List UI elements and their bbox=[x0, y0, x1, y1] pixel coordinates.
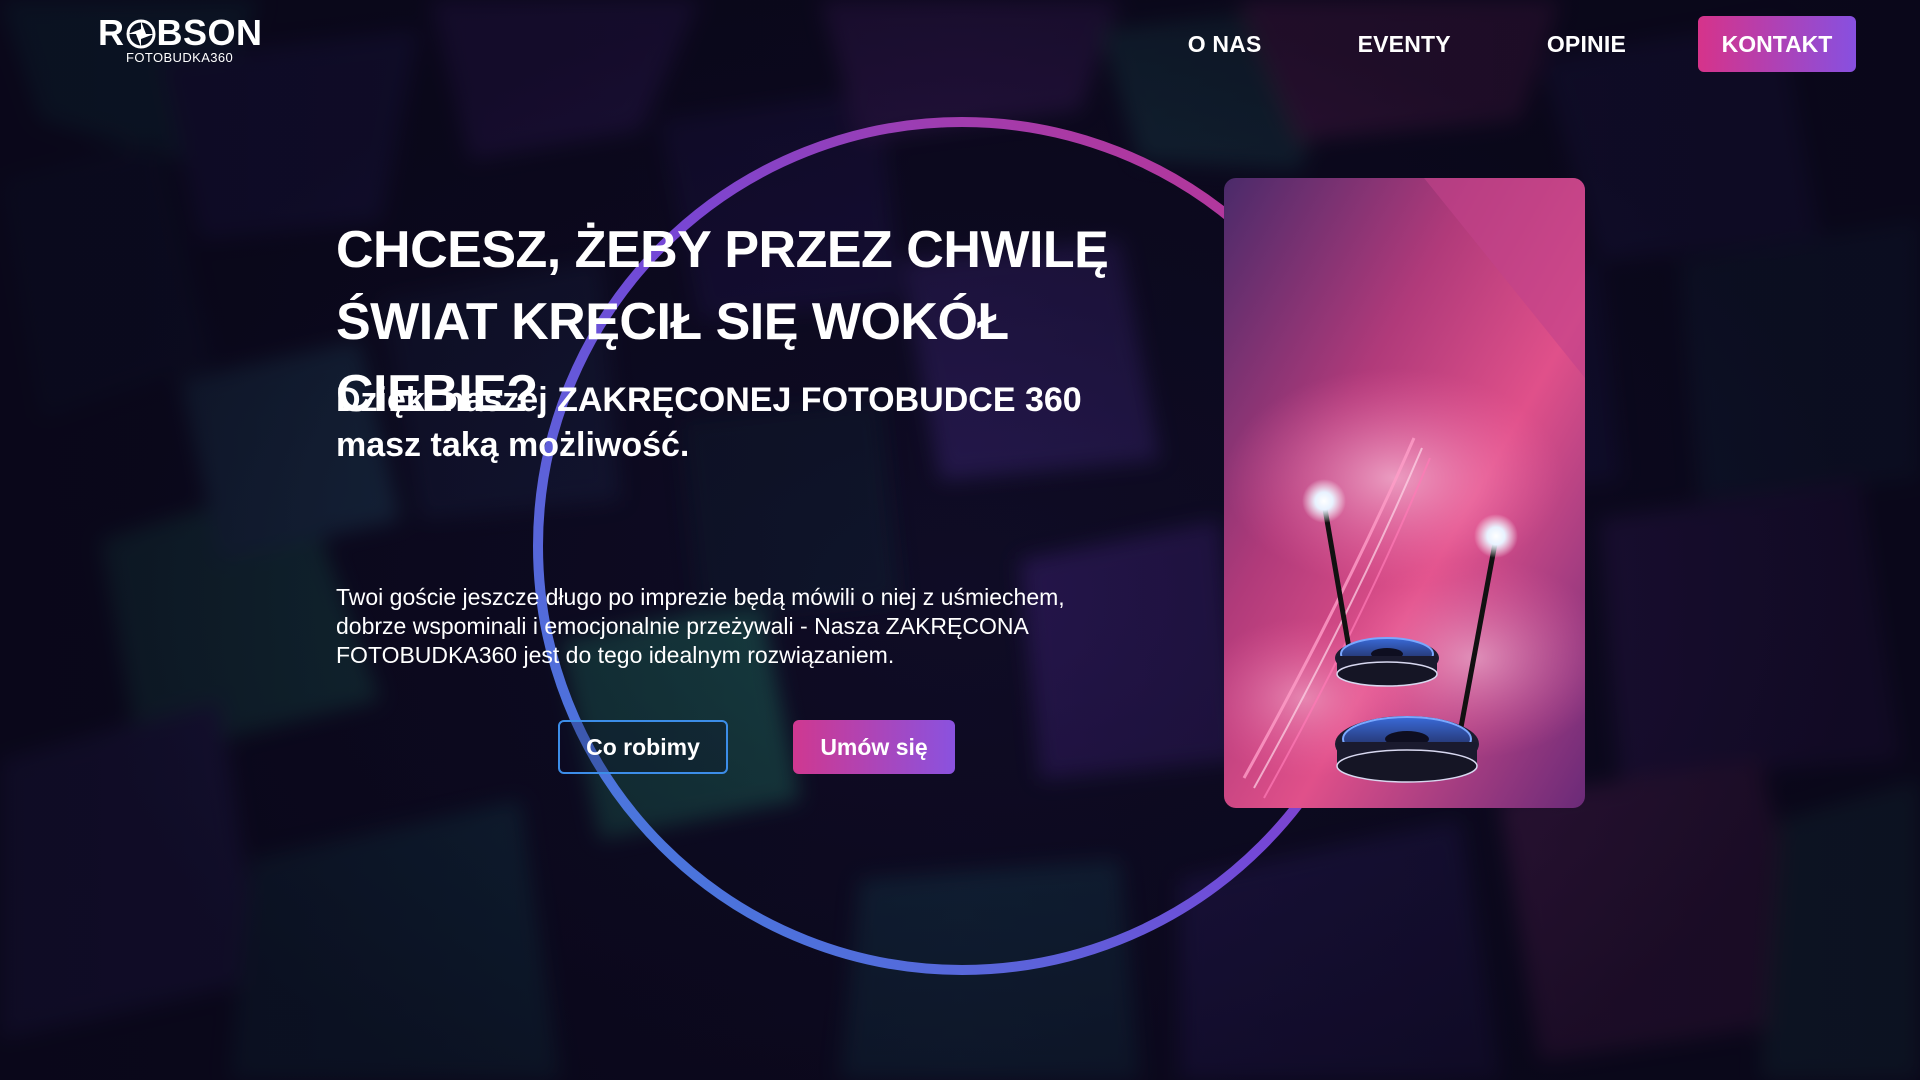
hero-description-line-1: Twoi goście jeszcze długo po imprezie bę… bbox=[336, 584, 1065, 610]
main-nav: O NAS EVENTY OPINIE KONTAKT bbox=[1092, 16, 1856, 72]
hero-description-line-3: FOTOBUDKA360 jest do tego idealnym rozwi… bbox=[336, 642, 895, 668]
logo[interactable]: R BSON FOTOBUDKA360 bbox=[98, 12, 262, 72]
hero-subtitle: Dzięki naszej ZAKRĘCONEJ FOTOBUDCE 360 m… bbox=[336, 378, 1136, 468]
aperture-icon bbox=[126, 18, 156, 49]
hero-subtitle-line-2: masz taką możliwość. bbox=[336, 426, 690, 464]
nav-link-o-nas[interactable]: O NAS bbox=[1188, 31, 1262, 58]
nav-link-eventy[interactable]: EVENTY bbox=[1358, 31, 1451, 58]
umow-sie-button[interactable]: Umów się bbox=[793, 720, 955, 774]
kontakt-button[interactable]: KONTAKT bbox=[1698, 16, 1856, 72]
nav-link-opinie[interactable]: OPINIE bbox=[1547, 31, 1626, 58]
logo-wordmark: R BSON bbox=[98, 12, 262, 53]
hero-description: Twoi goście jeszcze długo po imprezie bę… bbox=[336, 583, 1196, 670]
hero-description-line-2: dobrze wspominali i emocjonalnie przeżyw… bbox=[336, 613, 1029, 639]
co-robimy-button[interactable]: Co robimy bbox=[558, 720, 728, 774]
hero-title-line-1: CHCESZ, ŻEBY PRZEZ CHWILĘ bbox=[336, 221, 1109, 279]
logo-letter-r: R bbox=[98, 12, 125, 53]
hero-subtitle-line-1: Dzięki naszej ZAKRĘCONEJ FOTOBUDCE 360 bbox=[336, 381, 1082, 419]
logo-letters-bson: BSON bbox=[156, 12, 263, 53]
photobooth-image bbox=[1224, 178, 1585, 808]
